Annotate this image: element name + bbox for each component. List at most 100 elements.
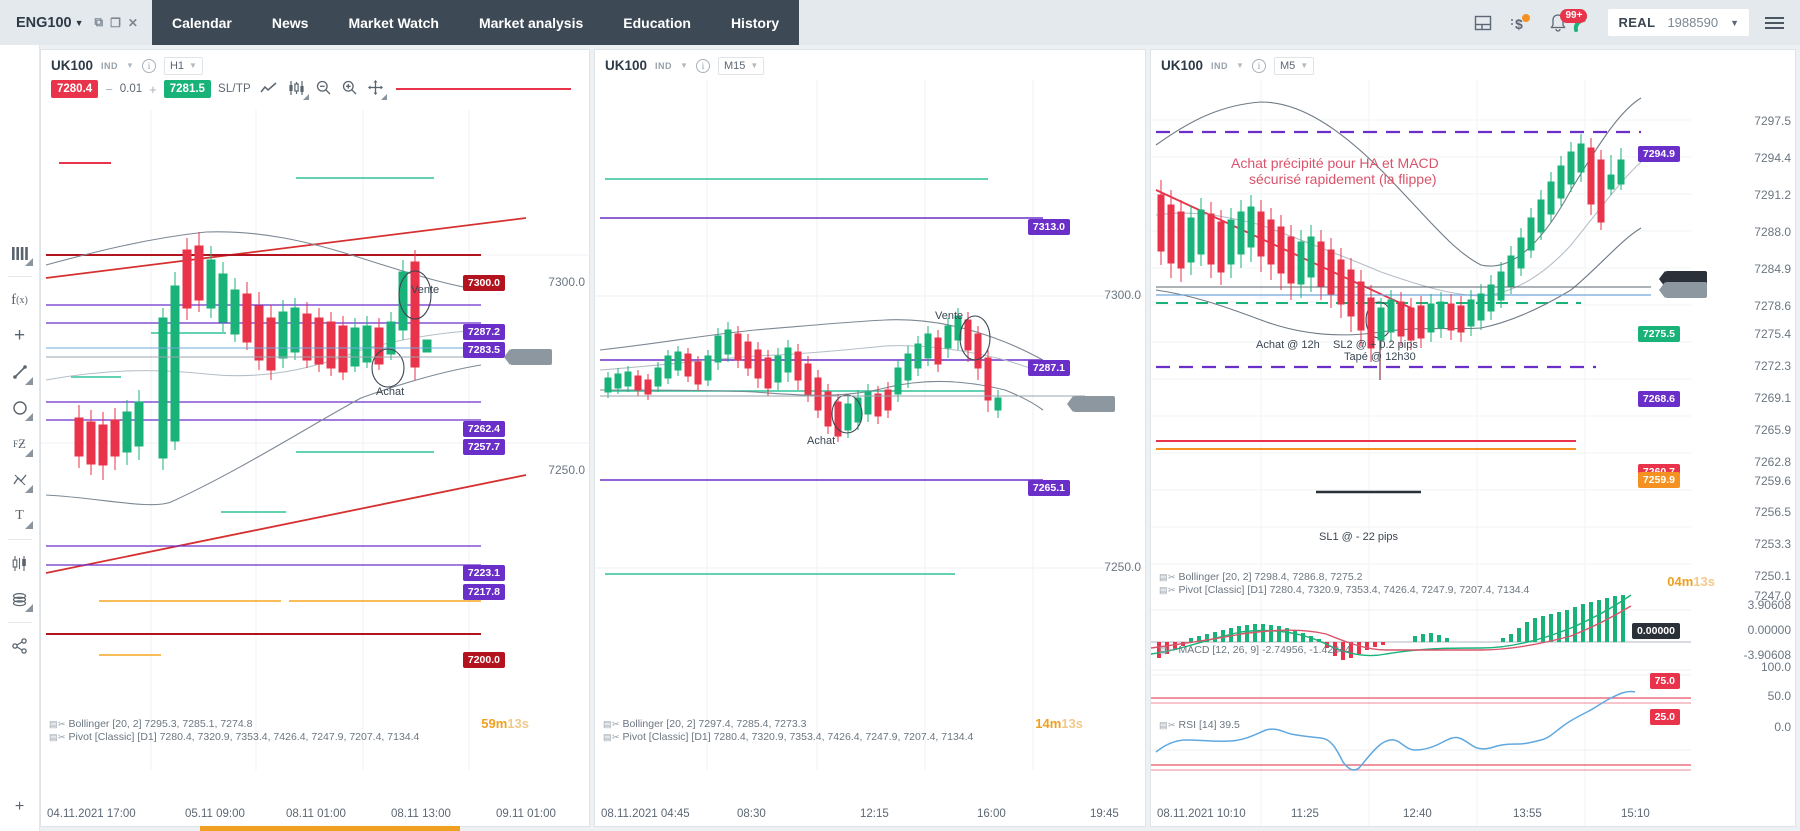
share-icon[interactable] [3, 628, 37, 664]
ellipse-icon[interactable] [3, 390, 37, 426]
annotation-note-line1: Achat précipité pour HA et MACD [1231, 155, 1439, 171]
chart-3-y-tick: 7284.9 [1754, 262, 1791, 276]
price-label-7217: 7217.8 [462, 584, 505, 600]
trendline-icon[interactable] [3, 354, 37, 390]
chart-1-candle-timer: 59m13s [481, 716, 529, 731]
price-label-7287: 7287.2 [462, 324, 505, 340]
chart-2-canvas[interactable] [595, 50, 1146, 827]
bars-icon[interactable] [3, 235, 37, 271]
chart-panel-3[interactable]: UK100 IND ▼ i M5 ▼ 7294.9 7281.5 7280.4 … [1150, 49, 1796, 827]
close-icon[interactable]: ✕ [128, 16, 138, 30]
chart-3-y-tick: 7278.6 [1754, 299, 1791, 313]
chart-1-canvas[interactable] [41, 50, 590, 827]
chart-2-indicator-pivot[interactable]: ▤ ✂ Pivot [Classic] [D1] 7280.4, 7320.9,… [603, 731, 973, 743]
symbol-tab[interactable]: ENG100 ▼ ⧉ ❐ ✕ [0, 0, 152, 45]
x-tick: 12:40 [1403, 808, 1432, 820]
chart-3-x-axis: 08.11.2021 10:10 11:25 12:40 13:55 15:10 [1151, 808, 1795, 824]
nav-item-market-analysis[interactable]: Market analysis [459, 0, 603, 45]
elliott-wave-icon[interactable] [3, 462, 37, 498]
x-tick: 08.11 13:00 [391, 808, 451, 820]
rsi-level-label-25: 25.0 [1649, 709, 1680, 725]
chevron-down-icon[interactable]: ▼ [1730, 18, 1739, 28]
indicator-text: Pivot [Classic] [D1] 7280.4, 7320.9, 735… [68, 731, 420, 743]
x-tick: 05.11 09:00 [185, 808, 245, 820]
price-label-7268: 7268.6 [1637, 391, 1680, 407]
chart-1-indicator-bollinger[interactable]: ▤ ✂ Bollinger [20, 2] 7295.3, 7285.1, 72… [49, 718, 252, 730]
nav-item-history[interactable]: History [711, 0, 799, 45]
chart-2-candle-timer: 14m13s [1035, 716, 1083, 731]
price-label-7265: 7265.1 [1027, 480, 1070, 496]
indicator-menu-icon[interactable]: ▤ ✂ [1159, 572, 1176, 583]
chart-3-candle-timer: 04m13s [1667, 574, 1715, 589]
rsi-y-tick-0: 0.0 [1774, 720, 1791, 734]
chart-3-indicator-rsi[interactable]: ▤ ✂ RSI [14] 39.5 [1159, 719, 1240, 731]
symbol-tab-label: ENG100 [16, 14, 72, 31]
fibonacci-icon[interactable]: FƵ [3, 426, 37, 462]
x-tick: 08.11.2021 04:45 [601, 808, 690, 820]
nav-item-market-watch[interactable]: Market Watch [328, 0, 459, 45]
restore-icon[interactable]: ❐ [110, 16, 121, 30]
indicator-menu-icon[interactable]: ▤ ✂ [49, 732, 66, 743]
macd-y-tick-zero: 0.00000 [1747, 623, 1791, 637]
add-chart-button[interactable]: + [3, 789, 37, 825]
indicator-text: Bollinger [20, 2] 7295.3, 7285.1, 7274.8 [68, 718, 253, 730]
chart-3-indicator-pivot[interactable]: ▤ ✂ Pivot [Classic] [D1] 7280.4, 7320.9,… [1159, 584, 1529, 596]
indicator-menu-icon[interactable]: ▤ ✂ [1159, 720, 1176, 731]
chart-3-y-tick: 7294.4 [1754, 151, 1791, 165]
price-label-7262: 7262.4 [462, 421, 505, 437]
price-label-7283: 7283.5 [462, 342, 505, 358]
chart-3-indicator-bollinger[interactable]: ▤ ✂ Bollinger [20, 2] 7298.4, 7286.8, 72… [1159, 571, 1362, 583]
chevron-down-icon[interactable]: ▼ [75, 18, 84, 28]
chart-3-y-tick: 7256.5 [1754, 505, 1791, 519]
account-number: 1988590 [1667, 15, 1719, 30]
price-label-7300: 7300.0 [462, 275, 505, 291]
nav-item-news[interactable]: News [252, 0, 329, 45]
notifications[interactable]: 99+ [1548, 8, 1592, 35]
chart-3-y-tick: 7269.1 [1754, 391, 1791, 405]
nav-item-education[interactable]: Education [603, 0, 711, 45]
popout-icon[interactable]: ⧉ [95, 15, 104, 30]
account-selector[interactable]: REAL 1988590 ▼ [1608, 9, 1749, 36]
indicator-menu-icon[interactable]: ▤ ✂ [1159, 645, 1176, 656]
price-label-7259: 7259.9 [1637, 472, 1680, 488]
layout-icon[interactable] [1472, 12, 1494, 34]
chart-1-indicator-pivot[interactable]: ▤ ✂ Pivot [Classic] [D1] 7280.4, 7320.9,… [49, 731, 419, 743]
chart-2-indicator-bollinger[interactable]: ▤ ✂ Bollinger [20, 2] 7297.4, 7285.4, 72… [603, 718, 806, 730]
chart-3-indicator-macd[interactable]: ▤ ✂ MACD [12, 26, 9] -2.74956, -1.42844 [1159, 644, 1351, 656]
timer-seconds: 13s [507, 716, 529, 731]
indicator-menu-icon[interactable]: ▤ ✂ [49, 719, 66, 730]
indicator-text: Bollinger [20, 2] 7297.4, 7285.4, 7273.3 [622, 718, 807, 730]
function-icon[interactable]: f (x) [3, 282, 37, 318]
indicator-menu-icon[interactable]: ▤ ✂ [603, 719, 620, 730]
candles-icon[interactable] [3, 545, 37, 581]
crosshair-add-icon[interactable]: + [3, 318, 37, 354]
rsi-y-tick-50: 50.0 [1767, 689, 1791, 703]
indicator-menu-icon[interactable]: ▤ ✂ [603, 732, 620, 743]
chart-panel-2[interactable]: UK100 IND ▼ i M15 ▼ 7313.0 7287.1 7265.1… [594, 49, 1146, 827]
chart-2-x-axis: 08.11.2021 04:45 08:30 12:15 16:00 19:45 [595, 808, 1145, 824]
top-bar: ENG100 ▼ ⧉ ❐ ✕ Calendar News Market Watc… [0, 0, 1800, 45]
x-tick: 16:00 [977, 808, 1006, 820]
timer-minutes: 04m [1667, 574, 1694, 589]
annotation-achat: Achat [807, 435, 836, 447]
layers-icon[interactable] [3, 581, 37, 617]
horizontal-scrollbar[interactable] [200, 826, 460, 831]
menu-icon[interactable] [1765, 16, 1784, 29]
chart-3-y-tick: 7253.3 [1754, 537, 1791, 551]
notification-badge: 99+ [1560, 8, 1588, 23]
chart-panel-1[interactable]: UK100 IND ▼ i H1 ▼ 7280.4 − 0.01 + 7281.… [40, 49, 590, 827]
indicator-text: Pivot [Classic] [D1] 7280.4, 7320.9, 735… [1178, 584, 1530, 596]
dollar-icon[interactable]: $ [1510, 12, 1532, 34]
annotation-achat-12h: Achat @ 12h [1256, 339, 1320, 351]
chart-3-current-price-label: 7280.4 [1658, 282, 1707, 298]
text-tool-icon[interactable]: T [3, 498, 37, 534]
indicator-menu-icon[interactable]: ▤ ✂ [1159, 585, 1176, 596]
x-tick: 11:25 [1291, 808, 1319, 820]
chart-3-y-tick: 7288.0 [1754, 225, 1791, 239]
price-label-7275: 7275.5 [1637, 326, 1680, 342]
drawing-toolbar: f (x) + FƵ T + [0, 45, 40, 831]
price-label-7257: 7257.7 [462, 439, 505, 455]
nav-item-calendar[interactable]: Calendar [152, 0, 252, 45]
chart-3-y-tick: 7291.2 [1754, 188, 1791, 202]
chart-3-y-tick: 7265.9 [1754, 423, 1791, 437]
